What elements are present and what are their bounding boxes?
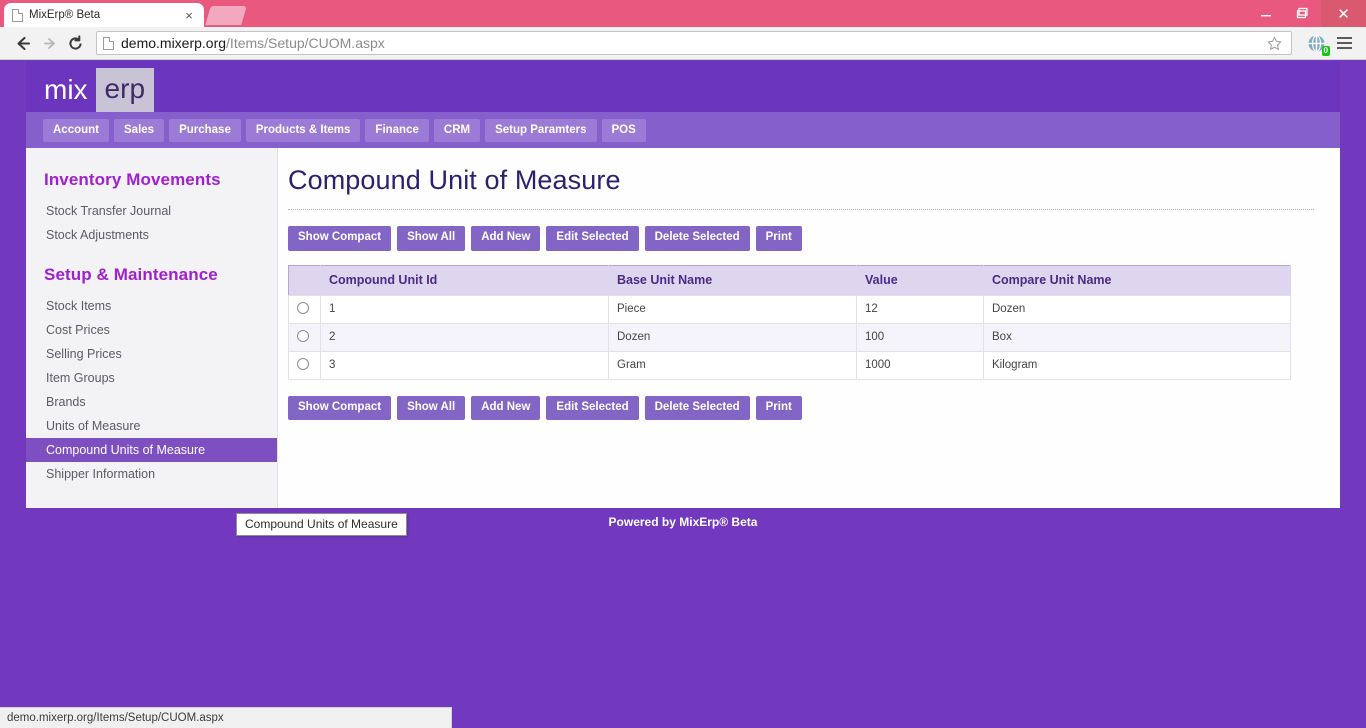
- back-button[interactable]: [10, 30, 36, 56]
- row-select-radio[interactable]: [297, 329, 309, 342]
- window-controls: ✕: [1247, 0, 1366, 27]
- show-all-button-bottom[interactable]: Show All: [397, 395, 466, 420]
- delete-selected-button-bottom[interactable]: Delete Selected: [644, 395, 750, 420]
- main-content: Compound Unit of Measure Show Compact Sh…: [278, 148, 1340, 508]
- sidebar-heading-setup-maintenance: Setup & Maintenance: [44, 265, 218, 284]
- nav-item-pos[interactable]: POS: [601, 118, 646, 142]
- logo-text-erp: erp: [95, 68, 155, 112]
- page-body: mix erp Account Sales Purchase Products …: [0, 61, 1366, 707]
- sidebar: Inventory Movements Stock Transfer Journ…: [26, 148, 278, 508]
- edit-selected-button-bottom[interactable]: Edit Selected: [546, 395, 639, 420]
- sidebar-heading-inventory-movements: Inventory Movements: [44, 170, 221, 189]
- table-header-row: Compound Unit Id Base Unit Name Value Co…: [288, 265, 1291, 295]
- title-divider: [288, 209, 1314, 210]
- cell-compound-unit-id: 3: [320, 350, 609, 380]
- toolbar-top: Show Compact Show All Add New Edit Selec…: [288, 226, 1314, 251]
- cell-compare-unit-name: Box: [983, 322, 1291, 352]
- cell-base-unit-name: Gram: [608, 350, 857, 380]
- logo-text-mix: mix: [44, 74, 88, 105]
- content-card: Inventory Movements Stock Transfer Journ…: [26, 148, 1340, 508]
- main-navigation: Account Sales Purchase Products & Items …: [26, 112, 1340, 148]
- forward-button[interactable]: [36, 30, 62, 56]
- cell-compare-unit-name: Kilogram: [983, 350, 1291, 380]
- cell-base-unit-name: Dozen: [608, 322, 857, 352]
- cell-compare-unit-name: Dozen: [983, 294, 1291, 324]
- sidebar-item-stock-items[interactable]: Stock Items: [26, 294, 277, 318]
- browser-status-bar: demo.mixerp.org/Items/Setup/CUOM.aspx: [0, 707, 452, 728]
- close-window-button[interactable]: ✕: [1321, 0, 1366, 27]
- row-select-radio[interactable]: [297, 301, 309, 314]
- new-tab-button[interactable]: [205, 6, 247, 25]
- sidebar-item-stock-transfer-journal[interactable]: Stock Transfer Journal: [26, 199, 277, 223]
- address-host: demo.mixerp.org: [121, 35, 227, 51]
- sidebar-item-stock-adjustments[interactable]: Stock Adjustments: [26, 223, 277, 247]
- page-footer: Powered by MixErp® Beta: [608, 515, 758, 529]
- browser-tab-title: MixErp® Beta: [29, 9, 101, 21]
- print-button-bottom[interactable]: Print: [755, 395, 802, 420]
- nav-item-purchase[interactable]: Purchase: [169, 118, 241, 142]
- show-compact-button[interactable]: Show Compact: [288, 226, 392, 251]
- cell-value: 1000: [856, 350, 984, 380]
- sidebar-item-compound-units-of-measure[interactable]: Compound Units of Measure: [26, 438, 277, 462]
- row-select-radio[interactable]: [297, 357, 309, 370]
- app-logo[interactable]: mix erp: [44, 68, 155, 112]
- extension-badge-count: 0: [1321, 46, 1330, 56]
- page-favicon-icon: [12, 8, 23, 22]
- page-info-icon: [103, 36, 114, 50]
- browser-menu-icon[interactable]: [1332, 31, 1356, 55]
- add-new-button[interactable]: Add New: [471, 226, 541, 251]
- table-row[interactable]: 1 Piece 12 Dozen: [288, 294, 1291, 324]
- sidebar-item-item-groups[interactable]: Item Groups: [26, 366, 277, 390]
- nav-item-finance[interactable]: Finance: [365, 118, 429, 142]
- table-row[interactable]: 2 Dozen 100 Box: [288, 322, 1291, 352]
- nav-item-products-items[interactable]: Products & Items: [245, 118, 361, 142]
- column-header-base-unit-name: Base Unit Name: [608, 265, 857, 295]
- column-header-select: [288, 265, 321, 295]
- show-compact-button-bottom[interactable]: Show Compact: [288, 395, 392, 420]
- column-header-compound-unit-id: Compound Unit Id: [320, 265, 609, 295]
- nav-item-account[interactable]: Account: [43, 118, 109, 142]
- extension-icon[interactable]: 0: [1304, 31, 1330, 56]
- reload-button[interactable]: [62, 30, 88, 56]
- nav-item-sales[interactable]: Sales: [114, 118, 165, 142]
- page-title: Compound Unit of Measure: [288, 165, 621, 195]
- delete-selected-button[interactable]: Delete Selected: [644, 226, 750, 251]
- browser-toolbar: demo.mixerp.org/Items/Setup/CUOM.aspx 0: [0, 27, 1366, 60]
- nav-item-crm[interactable]: CRM: [433, 118, 481, 142]
- nav-item-setup-paramters[interactable]: Setup Paramters: [485, 118, 597, 142]
- cell-value: 100: [856, 322, 984, 352]
- cell-compound-unit-id: 1: [320, 294, 609, 324]
- address-bar[interactable]: demo.mixerp.org/Items/Setup/CUOM.aspx: [96, 31, 1292, 55]
- maximize-window-button[interactable]: [1284, 0, 1321, 27]
- tooltip: Compound Units of Measure: [236, 513, 407, 536]
- table-row[interactable]: 3 Gram 1000 Kilogram: [288, 350, 1291, 380]
- app-header: mix erp: [26, 61, 1340, 112]
- browser-tab[interactable]: MixErp® Beta ×: [4, 3, 204, 27]
- print-button[interactable]: Print: [755, 226, 802, 251]
- cell-value: 12: [856, 294, 984, 324]
- minimize-window-button[interactable]: [1247, 0, 1284, 27]
- cell-base-unit-name: Piece: [608, 294, 857, 324]
- toolbar-bottom: Show Compact Show All Add New Edit Selec…: [288, 395, 1314, 420]
- sidebar-item-units-of-measure[interactable]: Units of Measure: [26, 414, 277, 438]
- close-tab-icon[interactable]: ×: [182, 9, 196, 22]
- browser-tab-strip: MixErp® Beta × ✕: [0, 0, 1366, 27]
- sidebar-item-brands[interactable]: Brands: [26, 390, 277, 414]
- address-bar-url: demo.mixerp.org/Items/Setup/CUOM.aspx: [121, 35, 385, 51]
- add-new-button-bottom[interactable]: Add New: [471, 395, 541, 420]
- bookmark-star-icon[interactable]: [1263, 35, 1285, 51]
- column-header-value: Value: [856, 265, 984, 295]
- sidebar-item-selling-prices[interactable]: Selling Prices: [26, 342, 277, 366]
- address-path: /Items/Setup/CUOM.aspx: [226, 35, 385, 51]
- show-all-button[interactable]: Show All: [397, 226, 466, 251]
- cell-compound-unit-id: 2: [320, 322, 609, 352]
- column-header-compare-unit-name: Compare Unit Name: [983, 265, 1291, 295]
- compound-units-table: Compound Unit Id Base Unit Name Value Co…: [288, 264, 1291, 380]
- sidebar-item-shipper-information[interactable]: Shipper Information: [26, 462, 277, 486]
- sidebar-item-cost-prices[interactable]: Cost Prices: [26, 318, 277, 342]
- edit-selected-button[interactable]: Edit Selected: [546, 226, 639, 251]
